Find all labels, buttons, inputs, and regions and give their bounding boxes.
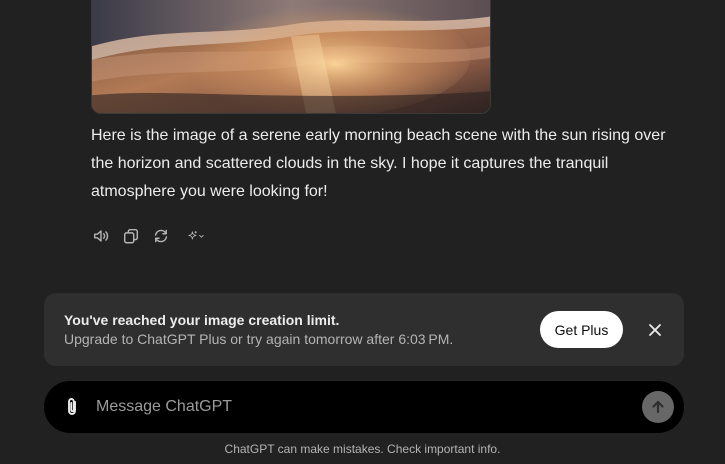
copy-icon (123, 228, 139, 244)
copy-button[interactable] (121, 225, 141, 247)
send-button[interactable] (642, 391, 674, 423)
attach-button[interactable] (60, 395, 84, 419)
switch-model-button[interactable] (181, 225, 211, 247)
regenerate-button[interactable] (151, 225, 171, 247)
chat-page: Here is the image of a serene early morn… (0, 0, 725, 464)
speaker-icon (93, 230, 109, 242)
limit-title: You've reached your image creation limit… (64, 312, 340, 328)
paperclip-icon (68, 398, 76, 415)
beach-sunrise-image (92, 0, 490, 113)
disclaimer-text: ChatGPT can make mistakes. Check importa… (224, 442, 501, 456)
arrow-up-icon (652, 400, 664, 414)
message-input[interactable] (96, 394, 616, 420)
message-actions (91, 225, 211, 247)
read-aloud-button[interactable] (91, 225, 111, 247)
generated-image[interactable] (91, 0, 491, 114)
message-composer (44, 381, 684, 433)
close-icon (649, 324, 661, 336)
regenerate-icon (154, 229, 168, 243)
image-limit-banner: You've reached your image creation limit… (44, 293, 684, 366)
assistant-message-text: Here is the image of a serene early morn… (91, 127, 666, 200)
sparkle-model-icon (188, 231, 204, 240)
chevron-down-icon (199, 234, 204, 238)
get-plus-button[interactable]: Get Plus (540, 311, 623, 348)
limit-subtitle: Upgrade to ChatGPT Plus or try again tom… (64, 331, 454, 347)
dismiss-banner-button[interactable] (645, 320, 665, 340)
